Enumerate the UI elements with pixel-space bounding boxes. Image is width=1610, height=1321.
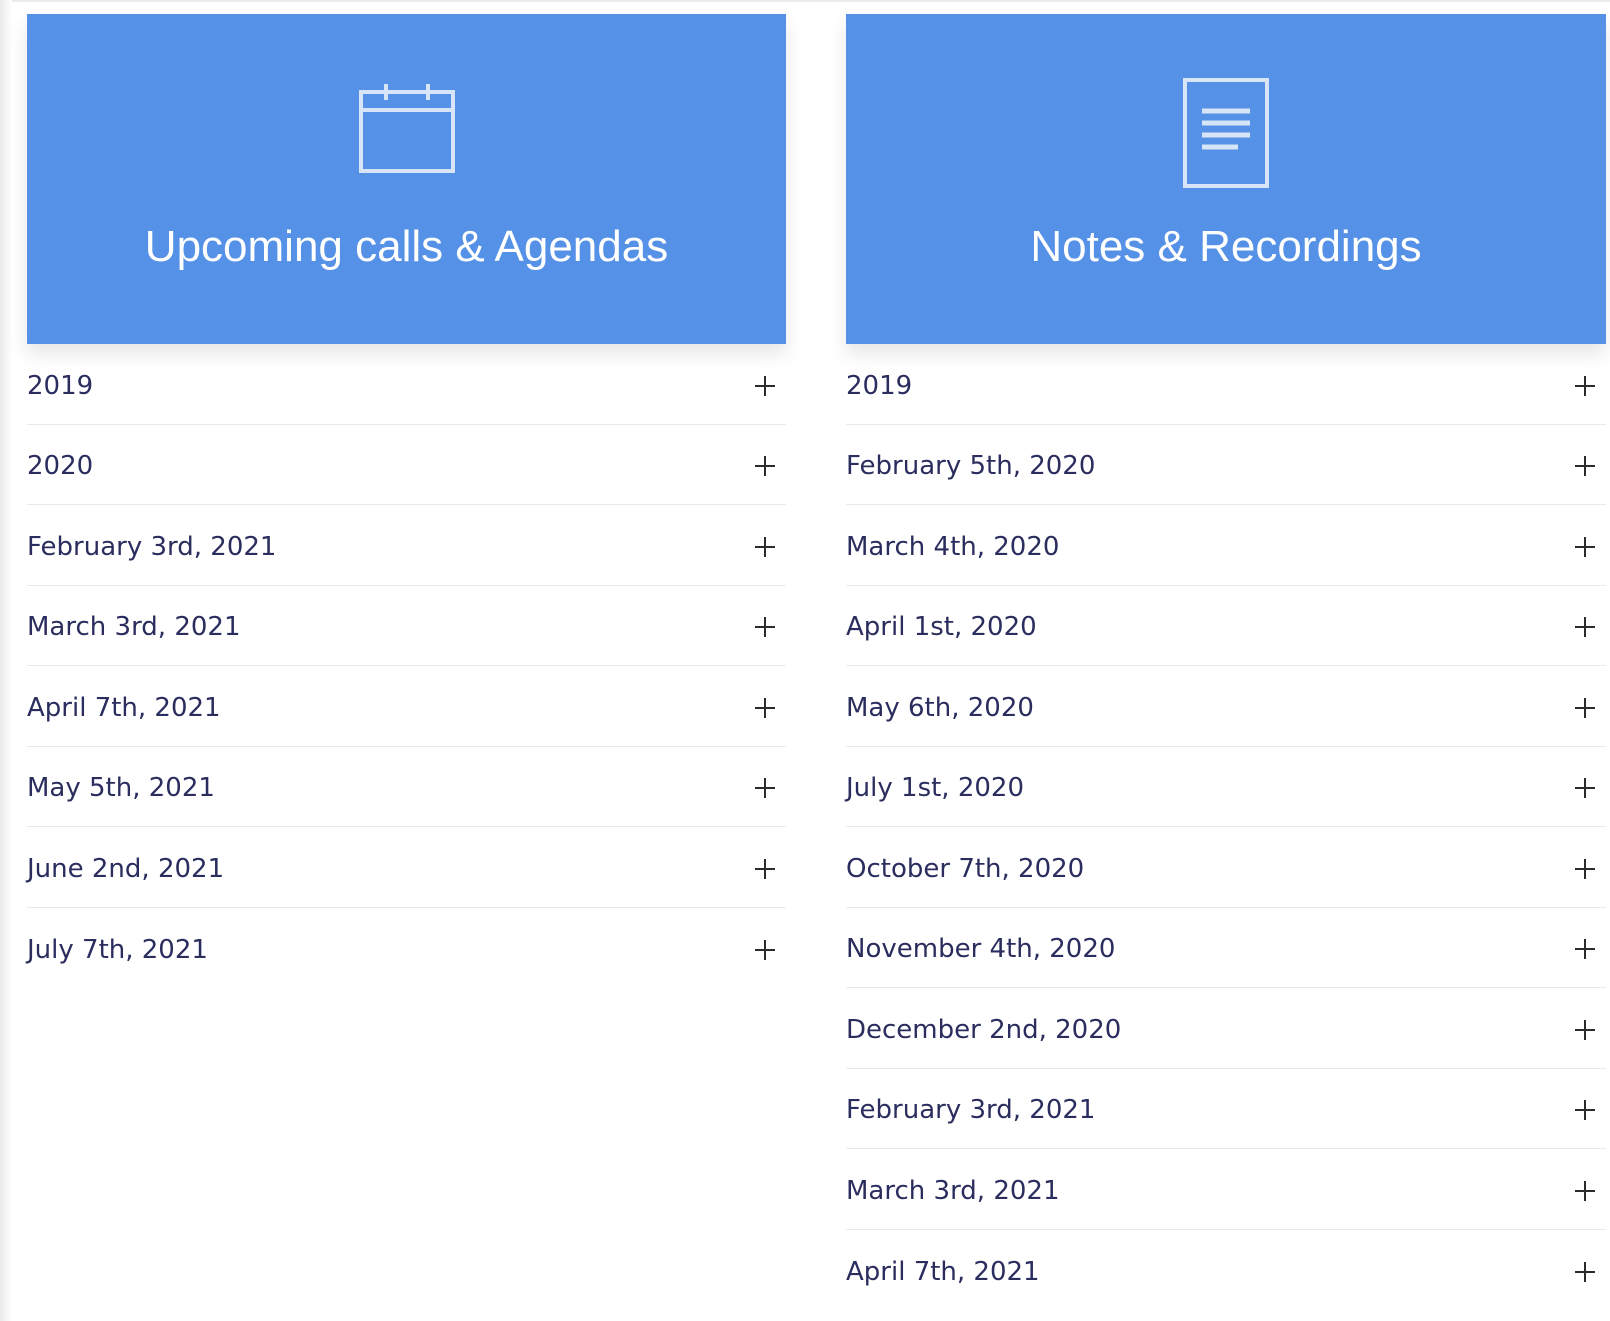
plus-icon[interactable] <box>1574 1261 1596 1283</box>
accordion-item[interactable]: April 7th, 2021 <box>27 666 786 747</box>
notes-recordings-column: Notes & Recordings 2019 February 5th, 20… <box>846 14 1606 1310</box>
accordion-item[interactable]: May 6th, 2020 <box>846 666 1606 747</box>
plus-icon[interactable] <box>754 858 776 880</box>
plus-icon[interactable] <box>1574 938 1596 960</box>
accordion-item[interactable]: May 5th, 2021 <box>27 747 786 827</box>
accordion-item[interactable]: December 2nd, 2020 <box>846 988 1606 1069</box>
accordion-item-label: 2019 <box>27 370 94 401</box>
plus-icon[interactable] <box>1574 1099 1596 1121</box>
accordion-item-label: March 3rd, 2021 <box>846 1175 1060 1206</box>
accordion-item-label: 2019 <box>846 370 913 401</box>
top-border <box>0 0 1610 2</box>
accordion-item[interactable]: April 1st, 2020 <box>846 586 1606 666</box>
accordion-item[interactable]: February 3rd, 2021 <box>27 505 786 586</box>
accordion-item[interactable]: 2019 <box>27 344 786 425</box>
accordion-item-label: April 7th, 2021 <box>846 1256 1040 1287</box>
accordion-item-label: July 1st, 2020 <box>846 773 1025 804</box>
accordion-item[interactable]: March 4th, 2020 <box>846 505 1606 586</box>
accordion-item-label: June 2nd, 2021 <box>27 853 225 884</box>
plus-icon[interactable] <box>754 697 776 719</box>
plus-icon[interactable] <box>1574 777 1596 799</box>
notes-recordings-title: Notes & Recordings <box>1030 222 1422 271</box>
accordion-item-label: May 6th, 2020 <box>846 692 1034 723</box>
accordion-item[interactable]: 2020 <box>27 425 786 505</box>
plus-icon[interactable] <box>1574 697 1596 719</box>
accordion-item[interactable]: July 7th, 2021 <box>27 908 786 989</box>
left-shadow-edge <box>0 0 12 1321</box>
accordion-item-label: February 5th, 2020 <box>846 451 1096 482</box>
plus-icon[interactable] <box>754 939 776 961</box>
accordion-item-label: March 3rd, 2021 <box>27 612 241 643</box>
plus-icon[interactable] <box>754 616 776 638</box>
calls-agendas-title: Upcoming calls & Agendas <box>144 222 669 271</box>
plus-icon[interactable] <box>1574 536 1596 558</box>
plus-icon[interactable] <box>1574 455 1596 477</box>
accordion-item[interactable]: November 4th, 2020 <box>846 908 1606 988</box>
accordion-item-label: July 7th, 2021 <box>27 934 208 965</box>
notes-recordings-header-card[interactable]: Notes & Recordings <box>846 14 1606 344</box>
accordion-item-label: 2020 <box>27 451 94 482</box>
accordion-item[interactable]: October 7th, 2020 <box>846 827 1606 908</box>
accordion-item-label: December 2nd, 2020 <box>846 1014 1122 1045</box>
accordion-item[interactable]: February 5th, 2020 <box>846 425 1606 505</box>
accordion-item-label: March 4th, 2020 <box>846 531 1060 562</box>
accordion-item[interactable]: 2019 <box>846 344 1606 425</box>
plus-icon[interactable] <box>754 375 776 397</box>
accordion-item-label: October 7th, 2020 <box>846 853 1085 884</box>
accordion-item-label: November 4th, 2020 <box>846 934 1116 965</box>
accordion-item[interactable]: July 1st, 2020 <box>846 747 1606 827</box>
accordion-item[interactable]: February 3rd, 2021 <box>846 1069 1606 1149</box>
calendar-icon <box>358 82 456 179</box>
accordion-item-label: May 5th, 2021 <box>27 773 215 804</box>
accordion-item-label: April 1st, 2020 <box>846 612 1037 643</box>
accordion-item-label: February 3rd, 2021 <box>27 531 277 562</box>
accordion-item[interactable]: April 7th, 2021 <box>846 1230 1606 1311</box>
plus-icon[interactable] <box>1574 616 1596 638</box>
plus-icon[interactable] <box>1574 858 1596 880</box>
plus-icon[interactable] <box>754 455 776 477</box>
document-icon <box>1182 77 1270 194</box>
accordion-item-label: April 7th, 2021 <box>27 692 221 723</box>
accordion-item-label: February 3rd, 2021 <box>846 1095 1096 1126</box>
plus-icon[interactable] <box>1574 1019 1596 1041</box>
plus-icon[interactable] <box>1574 375 1596 397</box>
plus-icon[interactable] <box>1574 1180 1596 1202</box>
calls-agendas-list: 2019 2020 February 3rd, 2021 March 3rd, … <box>27 344 786 988</box>
notes-recordings-list: 2019 February 5th, 2020 March 4th, 2020 … <box>846 344 1606 1310</box>
plus-icon[interactable] <box>754 777 776 799</box>
calls-agendas-column: Upcoming calls & Agendas 2019 2020 Febru… <box>27 14 786 988</box>
accordion-item[interactable]: June 2nd, 2021 <box>27 827 786 908</box>
accordion-item[interactable]: March 3rd, 2021 <box>846 1149 1606 1230</box>
plus-icon[interactable] <box>754 536 776 558</box>
calls-agendas-header-card[interactable]: Upcoming calls & Agendas <box>27 14 786 344</box>
accordion-item[interactable]: March 3rd, 2021 <box>27 586 786 666</box>
